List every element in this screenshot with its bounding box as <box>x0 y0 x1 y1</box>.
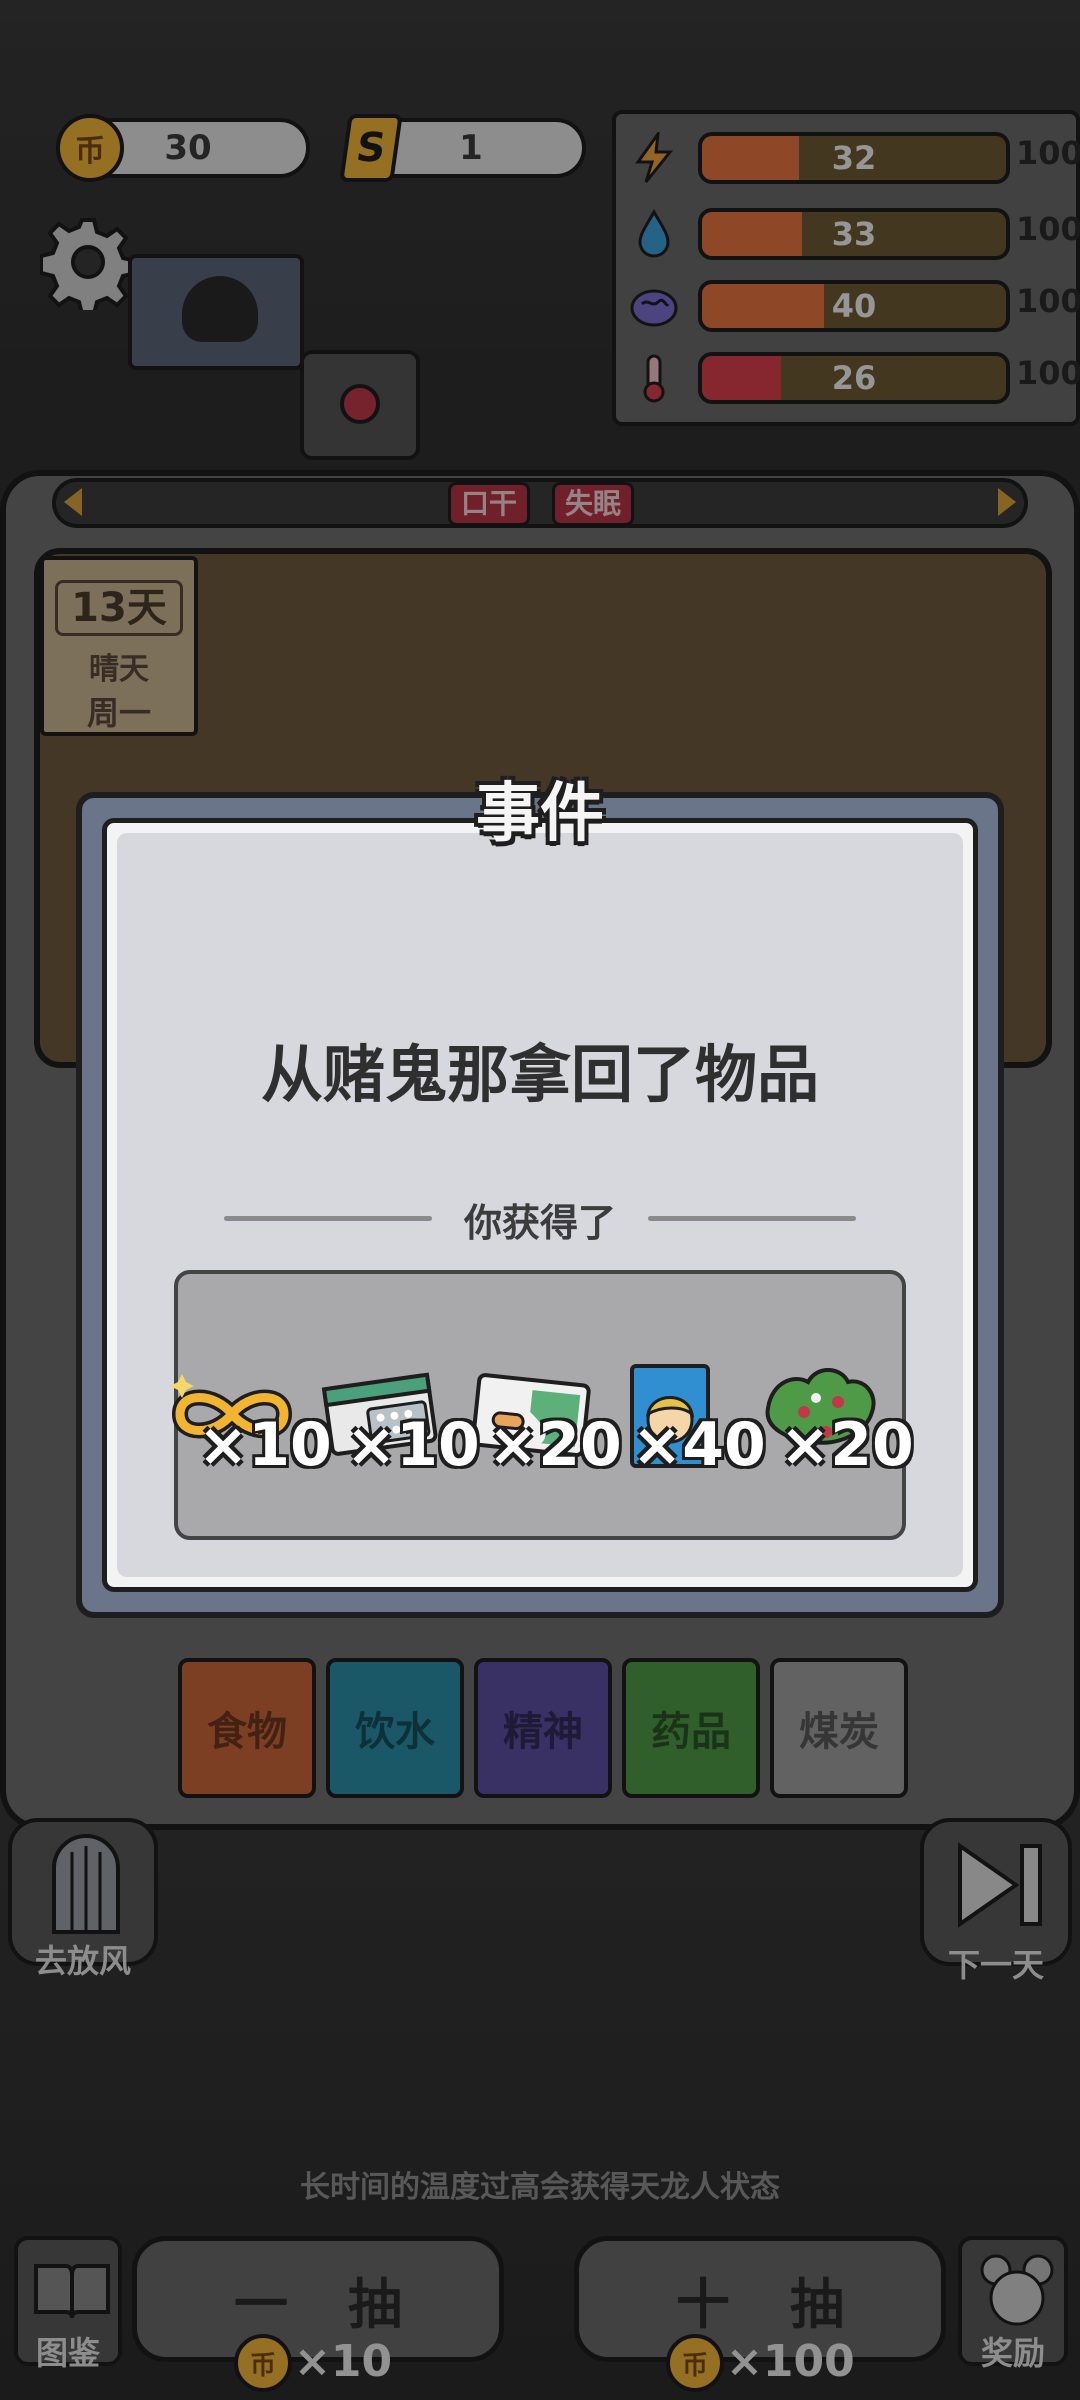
gain-label: 你获得了 <box>463 1201 616 1245</box>
game-screen: 30 币 1 S 32 100 33 100 40 100 26 100 口干 … <box>0 0 1080 2400</box>
event-message: 从赌鬼那拿回了物品 <box>260 1038 819 1111</box>
reward-quantity: ×20 <box>780 1410 914 1480</box>
reward-quantity: ×40 <box>632 1410 766 1480</box>
dialog-title: 事件 <box>476 777 604 851</box>
reward-quantity: ×10 <box>346 1410 480 1480</box>
reward-quantity: ×20 <box>488 1410 622 1480</box>
reward-quantity: ×10 <box>198 1410 332 1480</box>
